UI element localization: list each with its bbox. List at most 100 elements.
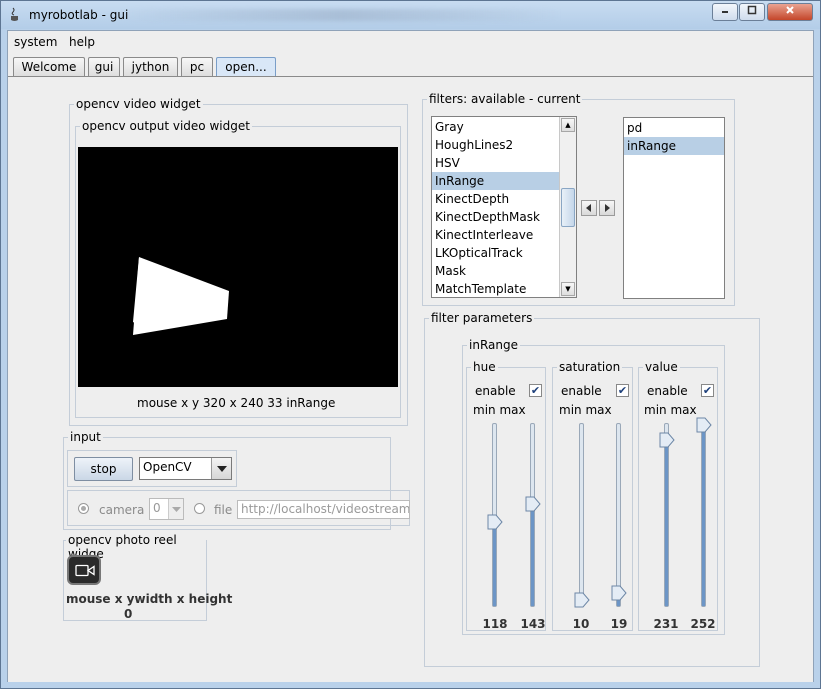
hue-min-value: 118 [482,617,508,631]
available-filter-item[interactable]: Gray [432,118,576,136]
minimize-icon [722,11,728,13]
available-filter-item-selected[interactable]: InRange [432,172,576,190]
available-filter-item[interactable]: KinectInterleave [432,226,576,244]
close-icon [786,6,794,14]
available-filter-item[interactable]: KinectDepthMask [432,208,576,226]
tab-welcome[interactable]: Welcome [13,57,85,77]
video-display[interactable] [78,147,398,387]
camera-index-value: 0 [153,501,161,515]
capture-source-row: camera 0 file http://localhost/videostre… [67,490,410,526]
saturation-min-slider[interactable] [579,423,584,607]
maximize-button[interactable] [739,3,765,21]
filters-group: filters: available - current Gray HoughL… [422,92,735,306]
file-radio[interactable] [194,503,205,514]
menu-system[interactable]: system [14,35,57,49]
current-filter-item[interactable]: pd [624,119,724,137]
input-title: input [68,430,103,444]
input-group: input stop OpenCV camera 0 file http://l… [63,430,410,530]
saturation-max-thumb[interactable] [611,585,627,601]
saturation-min-thumb[interactable] [574,592,590,608]
window-title: myrobotlab - gui [29,8,129,22]
tab-gui[interactable]: gui [88,57,120,77]
available-filter-item[interactable]: HoughLines2 [432,136,576,154]
inrange-group: inRange hue enable ✔ min max 118 143 sat… [462,338,725,635]
camera-index-select[interactable]: 0 [149,498,184,520]
input-controls-row: stop OpenCV [67,450,237,487]
saturation-min-value: 10 [572,617,590,631]
hue-enable-checkbox[interactable]: ✔ [529,384,542,397]
remove-filter-button[interactable] [581,200,597,216]
value-min-fill [665,441,668,606]
value-title: value [643,360,680,374]
app-window: myrobotlab - gui system help Welcome gui… [0,0,821,689]
arrow-left-icon [586,204,591,212]
scroll-thumb[interactable] [561,188,575,227]
add-filter-button[interactable] [599,200,615,216]
value-enable-label: enable [647,384,688,398]
tab-pc[interactable]: pc [181,57,213,77]
hue-max-slider[interactable] [530,423,535,607]
minimize-button[interactable] [712,3,738,21]
stop-button[interactable]: stop [74,457,133,481]
available-filters-list[interactable]: Gray HoughLines2 HSV InRange KinectDepth… [431,116,577,298]
photo-reel-value: 0 [124,607,133,621]
available-filter-item[interactable]: KinectDepth [432,190,576,208]
available-filter-item[interactable]: HSV [432,154,576,172]
tab-opencv[interactable]: open... [216,57,276,77]
hue-max-fill [531,503,534,606]
available-filter-item[interactable]: MatchTemplate [432,280,576,297]
photo-reel-status: mouse x ywidth x height [66,592,233,606]
current-filter-item-selected[interactable]: inRange [624,137,724,155]
output-video-group: opencv output video widget mouse x y 320… [75,119,401,418]
tab-strip: Welcome gui jython pc open... [8,55,813,77]
menu-bar: system help [8,31,813,53]
available-filters-scrollbar[interactable]: ▲ ▼ [559,117,576,297]
hue-minmax-label: min max [473,403,526,417]
tab-jython[interactable]: jython [123,57,178,77]
current-filters-list[interactable]: pd inRange [623,117,725,299]
camera-radio[interactable] [78,503,89,514]
hue-enable-label: enable [475,384,516,398]
url-input[interactable]: http://localhost/videostream.cgi [237,500,410,519]
arrow-right-icon [605,204,610,212]
video-status: mouse x y 320 x 240 33 inRange [137,396,336,410]
photo-reel-group: opencv photo reel widge mouse x ywidth x… [63,533,232,621]
source-select[interactable]: OpenCV [139,457,232,480]
hue-max-thumb[interactable] [525,496,541,512]
maximize-icon [747,5,757,15]
chevron-down-icon[interactable] [211,458,231,479]
hue-min-thumb[interactable] [487,514,503,530]
value-min-value: 231 [653,617,679,631]
title-bar[interactable]: myrobotlab - gui [1,1,820,29]
saturation-enable-label: enable [561,384,602,398]
filter-parameters-group: filter parameters inRange hue enable ✔ m… [424,311,760,667]
value-min-thumb[interactable] [659,432,675,448]
blurred-title-area [121,9,561,21]
saturation-enable-checkbox[interactable]: ✔ [616,384,629,397]
video-camera-icon [75,564,95,577]
value-max-fill [702,426,705,606]
camera-index-chevron-icon [168,499,183,519]
camera-snapshot-button[interactable] [67,555,101,585]
hue-min-fill [493,521,496,606]
available-filter-item[interactable]: Mask [432,262,576,280]
scroll-up-icon[interactable]: ▲ [561,118,575,132]
saturation-max-slider[interactable] [616,423,621,607]
value-enable-checkbox[interactable]: ✔ [701,384,714,397]
client-area: system help Welcome gui jython pc open..… [7,30,814,682]
saturation-channel-group: saturation enable ✔ min max 10 19 [552,360,633,631]
scroll-down-icon[interactable]: ▼ [561,282,575,296]
close-button[interactable] [767,3,813,21]
value-minmax-label: min max [644,403,697,417]
video-widget-title: opencv video widget [74,97,203,111]
value-max-thumb[interactable] [696,417,712,433]
video-frame [133,257,229,335]
available-filter-item[interactable]: LKOpticalTrack [432,244,576,262]
filters-title: filters: available - current [427,92,583,106]
value-min-slider[interactable] [664,423,669,607]
value-channel-group: value enable ✔ min max 231 252 [638,360,718,631]
value-max-slider[interactable] [701,423,706,607]
saturation-title: saturation [557,360,623,374]
menu-help[interactable]: help [69,35,95,49]
java-cup-icon [11,7,18,21]
